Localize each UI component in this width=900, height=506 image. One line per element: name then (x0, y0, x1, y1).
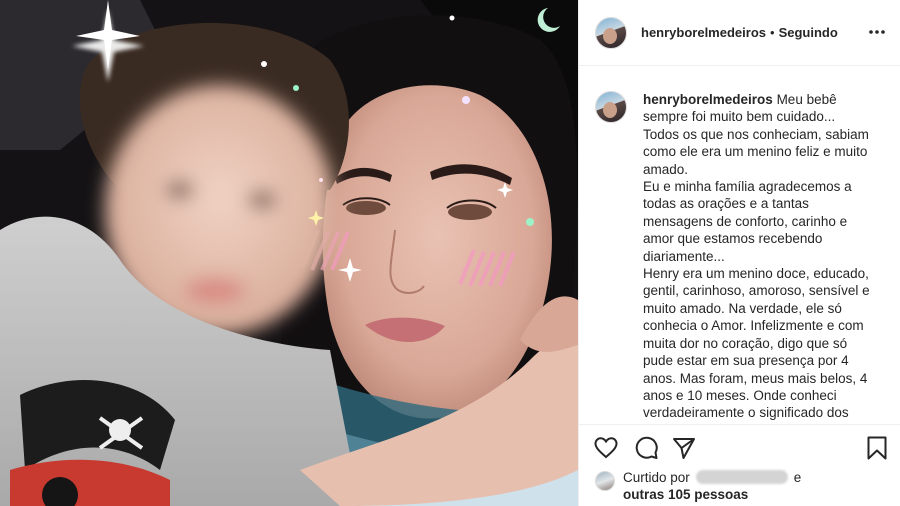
caption-line: pude estar em sua presença por 4 (643, 353, 849, 369)
author-username[interactable]: henryborelmedeiros (641, 25, 766, 40)
caption-line: gentil, carinhoso, amoroso, sensível e (643, 283, 870, 299)
caption-first-line: Meu bebê (776, 92, 837, 107)
caption-line: verdadeiramente o significado dos (643, 405, 849, 421)
action-bar: Curtido por e outras 105 pessoas (579, 424, 900, 506)
caption-username[interactable]: henryborelmedeiros (643, 92, 773, 107)
caption-line: diariamente... (643, 248, 725, 264)
caption-author-avatar[interactable] (595, 91, 627, 123)
likes-text: Curtido por e outras 105 pessoas (623, 469, 801, 503)
caption-line: anos e 10 meses. Onde conheci (643, 387, 837, 403)
more-options-icon[interactable] (867, 22, 887, 42)
photo-illustration (0, 0, 578, 506)
share-icon[interactable] (671, 435, 697, 461)
likes-prefix: Curtido por (623, 470, 690, 485)
caption-line: mensagens de conforto, carinho e (643, 213, 848, 229)
caption-line: como ele era um menino feliz e muito (643, 144, 868, 160)
author-avatar[interactable] (595, 16, 627, 49)
caption-line: Todos os que nos conheciam, sabiam (643, 126, 869, 142)
following-button[interactable]: Seguindo (779, 25, 838, 40)
caption-line: todas as orações e a tantas (643, 196, 809, 212)
liker-avatar[interactable] (595, 471, 615, 491)
separator-dot: • (770, 25, 775, 40)
caption-line: Henry era um menino doce, educado, (643, 266, 869, 282)
caption-line: amado. (643, 161, 689, 177)
caption-line: amor que estamos recebendo (643, 231, 823, 247)
caption-section[interactable]: henryborelmedeiros Meu bebê sempre foi m… (579, 67, 900, 424)
post-sidebar: henryborelmedeiros • Seguindo henryborel… (578, 0, 900, 506)
other-likers-link[interactable]: outras 105 pessoas (623, 487, 748, 502)
likes-conjunction: e (793, 470, 802, 485)
caption-text: henryborelmedeiros Meu bebê sempre foi m… (643, 91, 883, 422)
comment-icon[interactable] (633, 435, 659, 461)
caption-line: anos. Mas foram, meus mais belos, 4 (643, 370, 868, 386)
caption-line: conhecia o Amor. Infelizmente e com (643, 318, 864, 334)
caption-line: muito amado. Na verdade, ele só (643, 300, 842, 316)
blurred-liker-name[interactable] (695, 470, 788, 484)
heart-icon[interactable] (593, 435, 619, 461)
bookmark-icon[interactable] (864, 435, 890, 461)
post-header: henryborelmedeiros • Seguindo (579, 0, 900, 66)
likes-summary: Curtido por e outras 105 pessoas (595, 469, 801, 503)
caption-row: henryborelmedeiros Meu bebê sempre foi m… (595, 91, 887, 422)
caption-line: muita dor no coração, digo que só (643, 335, 848, 351)
post-photo[interactable] (0, 0, 578, 506)
caption-line: sempre foi muito bem cuidado... (643, 109, 836, 125)
caption-line: Eu e minha família agradecemos a (643, 179, 852, 195)
